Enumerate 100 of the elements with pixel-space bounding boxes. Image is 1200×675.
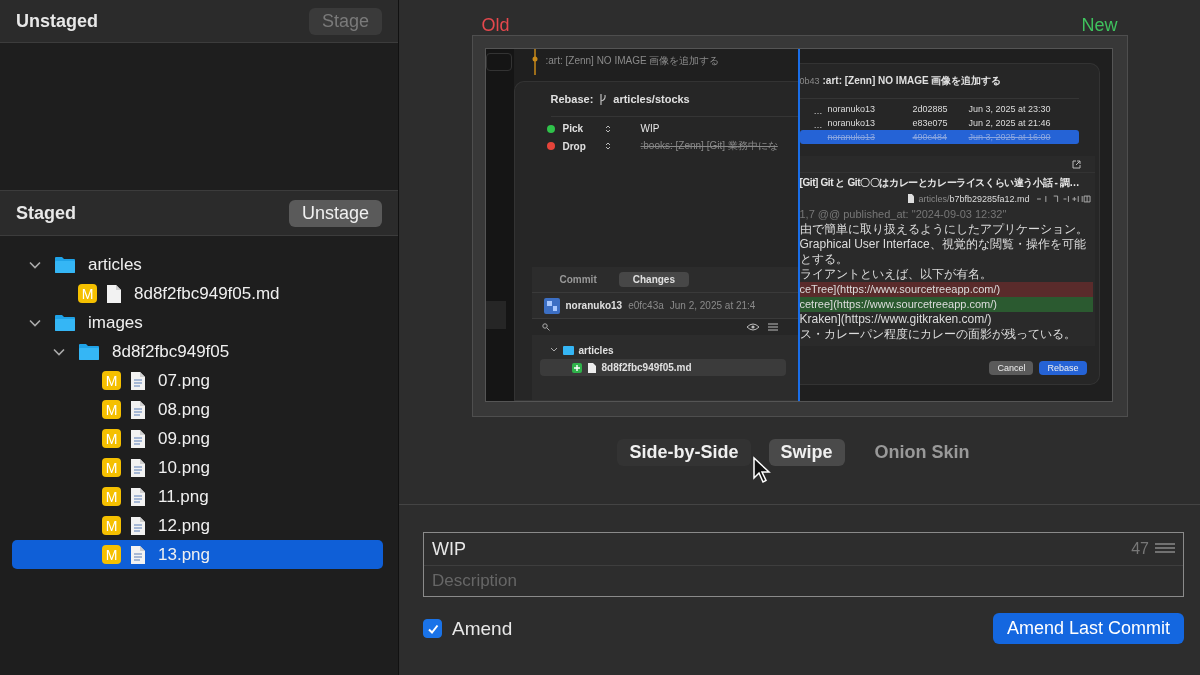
file-row[interactable]: 8d8f2fbc949f05.md (539, 359, 786, 376)
chevron-icon[interactable] (549, 347, 558, 353)
file-tree-row[interactable]: M 09.png (12, 424, 383, 453)
external-link-icon[interactable] (1071, 159, 1081, 169)
stepper-icon[interactable] (604, 141, 611, 151)
amend-last-commit-button[interactable]: Amend Last Commit (992, 613, 1184, 644)
view-mode-tab[interactable]: Swipe (768, 438, 845, 466)
commit-hash: 0b43 (799, 76, 820, 86)
folder-icon (562, 345, 574, 355)
file-path: articles/b7bfb29285fa12.md (918, 193, 1030, 204)
eye-icon[interactable] (745, 323, 760, 331)
diff-line: 由で簡単に取り扱えるようにしたアプリケーション。 (799, 222, 1089, 237)
branch-icon (599, 93, 608, 105)
document-icon (587, 362, 596, 373)
modified-badge: M (102, 545, 121, 564)
tab[interactable]: Commit (545, 272, 611, 287)
folder-icon (78, 342, 100, 361)
file-tree-row[interactable]: articles (12, 250, 383, 279)
document-icon (907, 194, 915, 203)
image-file-icon (130, 370, 146, 391)
amend-label: Amend (452, 617, 513, 640)
file-name: 12.png (158, 515, 210, 536)
ellipsis-marker: … (813, 106, 823, 116)
commit-message: :art: [Zenn] NO IMAGE 画像を追加する (822, 74, 1002, 88)
modified-badge: M (102, 400, 121, 419)
diff-line: ス・カレーパン程度にカレーの面影が残っている。 (799, 327, 1077, 342)
section-title: Staged (16, 202, 76, 224)
diff-line: Kraken](https://www.gitkraken.com/) (799, 312, 993, 327)
author-name: noranuko13 (827, 132, 877, 142)
description-input[interactable]: Description (424, 566, 1183, 596)
file-name: 08.png (158, 399, 210, 420)
commit-hash: e0fc43a (628, 300, 664, 311)
character-count: 47 (1131, 540, 1149, 558)
file-name: 09.png (158, 428, 210, 449)
commit-hash: 2d02885 (912, 104, 949, 114)
modified-badge: M (102, 371, 121, 390)
commit-date: Jun 2, 2025 at 21:46 (968, 118, 1051, 128)
commit-message: :art: [Zenn] NO IMAGE 画像を追加する (545, 54, 720, 68)
file-tree-row[interactable]: M 8d8f2fbc949f05.md (12, 279, 383, 308)
file-name: articles (88, 254, 142, 275)
author-name: noranuko13 (565, 300, 623, 311)
file-tree-row[interactable]: images (12, 308, 383, 337)
commit-date: Jun 2, 2025 at 21:4 (669, 300, 756, 311)
folder-icon (54, 313, 76, 332)
cancel-button[interactable]: Cancel (989, 361, 1034, 375)
old-label: Old (481, 15, 510, 35)
file-name: 8d8f2fbc949f05 (112, 341, 230, 362)
added-icon (571, 362, 582, 373)
stepper-icon[interactable] (604, 123, 611, 134)
modified-badge: M (102, 487, 121, 506)
pointer-cursor-icon (752, 456, 773, 484)
section-title: Unstaged (16, 10, 98, 32)
file-name: 10.png (158, 457, 210, 478)
commit-date: Jun 3, 2025 at 23:30 (968, 104, 1051, 114)
file-name: 11.png (158, 486, 209, 507)
search-icon[interactable] (541, 323, 550, 331)
list-icon[interactable] (767, 323, 778, 331)
folder-icon (54, 255, 76, 274)
commit-message-field[interactable]: WIP 47 Description (423, 532, 1184, 597)
file-name: 13.png (158, 544, 210, 565)
amend-checkbox[interactable] (423, 619, 442, 638)
file-tree-row[interactable]: M 11.png (12, 482, 383, 511)
article-title: [Git] Git と Git〇〇はカレーとカレーライスくらい違う小話 - 調… (799, 176, 1081, 190)
diff-line: ライアントといえば、以下が有名。 (799, 267, 993, 282)
file-tree-row[interactable]: M 10.png (12, 453, 383, 482)
document-icon (106, 283, 122, 304)
swipe-divider[interactable] (797, 49, 800, 401)
file-name: images (88, 312, 143, 333)
commit-row[interactable]: … noranuko13 e83e075 Jun 2, 2025 at 21:46 (799, 116, 1079, 130)
unstage-button[interactable]: Unstage (288, 199, 382, 227)
step-action[interactable]: Pick (562, 123, 605, 134)
file-tree-row[interactable]: M 08.png (12, 395, 383, 424)
modified-badge: M (102, 516, 121, 535)
commit-row[interactable]: … noranuko13 2d02885 Jun 3, 2025 at 23:30 (799, 102, 1079, 116)
view-mode-tab[interactable]: Side-by-Side (617, 438, 751, 466)
commit-date: Jun 3, 2025 at 16:00 (968, 132, 1051, 142)
step-action[interactable]: Drop (562, 140, 605, 152)
author-name: noranuko13 (827, 104, 877, 114)
image-file-icon (130, 428, 146, 449)
ellipsis-marker: … (813, 120, 823, 130)
file-tree-row[interactable]: M 12.png (12, 511, 383, 540)
file-tree-row[interactable]: M 07.png (12, 366, 383, 395)
file-name: 8d8f2fbc949f05.md (134, 283, 280, 304)
tab[interactable]: Changes (618, 272, 689, 287)
author-name: noranuko13 (827, 118, 877, 128)
new-label: New (1081, 15, 1118, 35)
folder-name: articles (578, 344, 614, 356)
diff-toolbar-icons[interactable] (1037, 194, 1091, 203)
avatar-icon (543, 297, 560, 314)
image-file-icon (130, 544, 146, 565)
summary-input[interactable]: WIP (432, 538, 1126, 560)
confirm-button[interactable]: Rebase (1039, 361, 1087, 375)
view-mode-tab[interactable]: Onion Skin (862, 438, 982, 466)
commit-hash: e83e075 (912, 118, 949, 128)
text-lines-icon[interactable] (1155, 543, 1175, 555)
file-tree-row[interactable]: 8d8f2fbc949f05 (12, 337, 383, 366)
image-file-icon (130, 486, 146, 507)
commit-message: WIP (640, 123, 660, 134)
image-file-icon (130, 399, 146, 420)
file-tree-row[interactable]: M 13.png (12, 540, 383, 569)
